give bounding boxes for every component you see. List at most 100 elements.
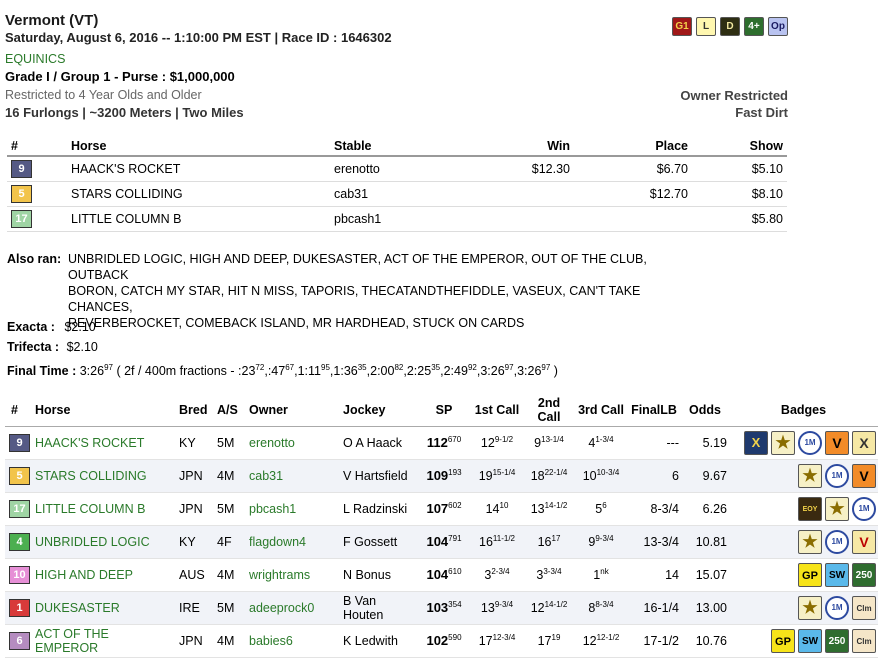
owner-link[interactable]: adeeprock0 (249, 601, 314, 615)
jockey: V Hartsfield (341, 459, 417, 493)
bred: KY (177, 426, 215, 460)
gp-badge[interactable]: GP (771, 629, 795, 653)
star-badge[interactable]: ★ (798, 596, 822, 620)
bred: JPN (177, 459, 215, 493)
horse-link[interactable]: HIGH AND DEEP (35, 568, 133, 582)
final-lengths: 8-3/4 (627, 492, 681, 526)
star-badge[interactable]: ★ (798, 530, 822, 554)
star-badge[interactable]: ★ (798, 464, 822, 488)
second-call: 1314-1/2 (523, 492, 575, 526)
third-call-position: 10 (582, 469, 597, 484)
speed-fraction: 354 (448, 600, 462, 610)
eoy-badge[interactable]: EOY (798, 497, 822, 521)
fraction-hundredths: 82 (394, 363, 404, 372)
odds: 9.67 (681, 459, 729, 493)
col-call1: 1st Call (471, 394, 523, 427)
owner-link[interactable]: cab31 (249, 469, 283, 483)
fractions-open: ( 2f / 400m fractions - (116, 364, 239, 379)
result-row: 5 STARS COLLIDING JPN 4M cab31 V Hartsfield 10… (5, 459, 878, 493)
owner-link[interactable]: pbcash1 (249, 502, 296, 516)
speed-figure: 104 (426, 534, 449, 550)
owner-restriction: Owner Restricted (680, 88, 788, 103)
race-distance: 16 Furlongs | ~3200 Meters | Two Miles (5, 105, 244, 120)
first-call: 32-3/4 (471, 558, 523, 592)
second-call: 1214-1/2 (523, 591, 575, 625)
final-lengths: 17-1/2 (627, 624, 681, 658)
payout-table: # Horse Stable Win Place Show 9 HAACK'S R… (7, 137, 787, 232)
horse-link[interactable]: LITTLE COLUMN B (35, 502, 145, 516)
age-sex: 5M (215, 591, 247, 625)
v-badge[interactable]: V (852, 530, 876, 554)
horse-badges: ★ 1M V (729, 459, 878, 493)
fraction-time: 2:49 (443, 364, 468, 379)
v-badge[interactable]: V (825, 431, 849, 455)
exacta-label: Exacta : (7, 320, 55, 334)
star-badge[interactable]: ★ (771, 431, 795, 455)
col-num: # (5, 394, 33, 427)
post-number: 9 (11, 160, 32, 178)
clm-badge[interactable]: Clm (852, 629, 876, 653)
jockey: F Gossett (341, 525, 417, 559)
odds: 10.76 (681, 624, 729, 658)
jockey: O A Haack (341, 426, 417, 460)
horse-badges: ★ 1M Clm (729, 591, 878, 625)
horse-link[interactable]: UNBRIDLED LOGIC (35, 535, 150, 549)
second-call-margin: 14-1/2 (544, 501, 568, 511)
fraction-hundredths: 97 (504, 363, 514, 372)
second-call: 1719 (523, 624, 575, 658)
fraction-time: 2:25 (406, 364, 432, 379)
250-badge[interactable]: 250 (825, 629, 849, 653)
post-number: 10 (9, 566, 30, 584)
v-badge[interactable]: V (852, 464, 876, 488)
race-sponsor: EQUINICS (5, 52, 66, 66)
second-call-margin: 14-1/2 (544, 600, 568, 610)
first-call-margin: 2-3/4 (491, 567, 510, 577)
x-badge[interactable]: X (744, 431, 768, 455)
post-number: 17 (9, 500, 30, 518)
first-call-margin: 9-3/4 (494, 600, 514, 610)
x-badge[interactable]: X (852, 431, 876, 455)
speed-fraction: 670 (447, 435, 462, 445)
mile-badge[interactable]: 1M (798, 431, 822, 455)
mile-badge[interactable]: 1M (825, 530, 849, 554)
mile-badge[interactable]: 1M (825, 596, 849, 620)
win-payout (488, 206, 574, 232)
fraction-hundredths: 35 (431, 363, 441, 372)
owner-link[interactable]: babies6 (249, 634, 293, 648)
first-call: 1915-1/4 (471, 459, 523, 493)
horse-link[interactable]: DUKESASTER (35, 601, 120, 615)
250-badge[interactable]: 250 (852, 563, 876, 587)
owner-link[interactable]: flagdown4 (249, 535, 306, 549)
trifecta-label: Trifecta : (7, 340, 60, 354)
sw-badge[interactable]: SW (825, 563, 849, 587)
place-payout: $12.70 (574, 181, 692, 207)
second-call-position: 12 (530, 601, 545, 616)
horse-link[interactable]: ACT OF THE EMPEROR (35, 627, 109, 655)
owner-link[interactable]: erenotto (249, 436, 295, 450)
fraction-hundredths: 72 (255, 363, 265, 372)
clm-badge[interactable]: Clm (852, 596, 876, 620)
second-call-margin: 3-3/4 (543, 567, 562, 577)
first-call: 139-3/4 (471, 591, 523, 625)
mile-badge[interactable]: 1M (825, 464, 849, 488)
star-badge[interactable]: ★ (825, 497, 849, 521)
fraction-time: 1:11 (297, 364, 321, 379)
results-table: # Horse Bred A/S Owner Jockey SP 1st Cal… (5, 394, 878, 658)
speed-figure: 103 (426, 600, 449, 616)
col-horse: Horse (33, 394, 177, 427)
also-ran-label: Also ran: (7, 252, 62, 266)
speed-figure: 107 (426, 501, 449, 517)
third-call-margin: 1-3/4 (595, 435, 614, 445)
speed-fraction: 610 (448, 567, 462, 577)
horse-link[interactable]: STARS COLLIDING (35, 469, 147, 483)
col-call2: 2nd Call (523, 394, 575, 427)
horse-link[interactable]: HAACK'S ROCKET (35, 436, 144, 450)
fraction-hundredths: 97 (541, 363, 551, 372)
post-number: 6 (9, 632, 30, 650)
mile-badge[interactable]: 1M (852, 497, 876, 521)
age-sex: 4M (215, 624, 247, 658)
sw-badge[interactable]: SW (798, 629, 822, 653)
owner-link[interactable]: wrightrams (249, 568, 310, 582)
gp-badge[interactable]: GP (798, 563, 822, 587)
final-lengths: 6 (627, 459, 681, 493)
